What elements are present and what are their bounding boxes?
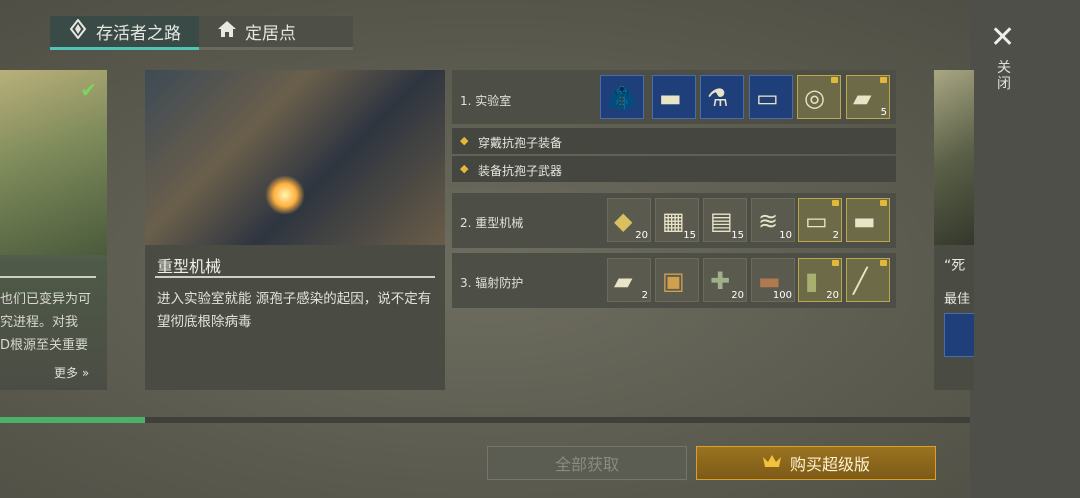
pistol-icon[interactable]: ▬ — [652, 75, 696, 119]
close-label[interactable]: 关闭 — [997, 60, 1011, 92]
ingot-icon[interactable]: ▰ 2 — [607, 258, 651, 302]
chapter-illustration — [934, 70, 974, 245]
ammo-box-icon[interactable]: ▣ — [655, 258, 699, 302]
pistol-icon[interactable]: ▬ — [846, 198, 890, 242]
lock-icon — [880, 260, 887, 266]
requirement-subitem: ◆ 装备抗孢子武器 — [452, 156, 896, 182]
scrap-icon[interactable]: ▤ 15 — [703, 198, 747, 242]
home-icon — [217, 19, 237, 44]
more-link[interactable]: 更多 » — [54, 364, 89, 381]
rifle-icon[interactable]: ╱ — [846, 258, 890, 302]
requirement-row-heavy-machinery: 2. 重型机械 ◆ 20 ▦ 15 ▤ 15 ≋ 10 ▭ 2 ▬ — [452, 193, 896, 248]
ingot-icon[interactable]: ▰ 5 — [846, 75, 890, 119]
double-chevron-icon: » — [81, 366, 90, 380]
lock-icon — [880, 77, 887, 83]
tab-label: 存活者之路 — [96, 24, 181, 44]
requirement-label: 2. 重型机械 — [460, 216, 524, 230]
requirement-label: 3. 辐射防护 — [460, 276, 524, 290]
buy-premium-button[interactable]: 购买超级版 — [696, 446, 936, 480]
chapter-title: “死 — [944, 258, 966, 274]
medkit-icon[interactable]: ✚ 20 — [703, 258, 747, 302]
requirement-label: 1. 实验室 — [460, 94, 512, 108]
chapter-title: 重型机械 — [157, 257, 222, 276]
chapter-description: 进入实验室就能 源孢子感染的起因，说不定有望彻底根除病毒 — [157, 291, 432, 330]
tab-label: 定居点 — [245, 24, 296, 44]
side-panel — [970, 0, 1080, 498]
crown-icon — [762, 453, 782, 473]
chapter-subtitle: 最佳 — [944, 292, 971, 307]
jacket-icon[interactable]: 🧥 — [600, 75, 644, 119]
progress-fill — [0, 417, 145, 423]
lock-icon — [880, 200, 887, 206]
survivor-emblem-icon — [68, 18, 88, 44]
tab-bar: 存活者之路 定居点 — [50, 16, 353, 50]
checkmark-icon: ✔ — [80, 78, 97, 102]
diamond-bullet-icon: ◆ — [460, 162, 469, 175]
requirement-subitem: ◆ 穿戴抗孢子装备 — [452, 128, 896, 154]
fabric-icon[interactable]: ▦ 15 — [655, 198, 699, 242]
reward-item[interactable] — [944, 313, 974, 357]
lock-icon — [831, 77, 838, 83]
claim-all-button[interactable]: 全部获取 — [487, 446, 687, 480]
current-chapter-card: 重型机械 进入实验室就能 源孢子感染的起因，说不定有望彻底根除病毒 — [145, 70, 445, 390]
canister-icon[interactable]: ▮ 20 — [798, 258, 842, 302]
chapter-illustration — [145, 70, 445, 245]
filter-icon[interactable]: ◎ — [797, 75, 841, 119]
close-icon[interactable]: ✕ — [990, 20, 1015, 55]
chapter-text-line: D根源至关重要 — [0, 338, 89, 353]
next-chapter-card[interactable]: “死 最佳 — [934, 70, 974, 390]
log-icon[interactable]: ▬ 100 — [751, 258, 795, 302]
chapter-text-line: 也们已变异为可 — [0, 292, 92, 307]
diamond-bullet-icon: ◆ — [460, 134, 469, 147]
spring-icon[interactable]: ≋ 10 — [751, 198, 795, 242]
requirement-row-radiation-protection: 3. 辐射防护 ▰ 2 ▣ ✚ 20 ▬ 100 ▮ 20 ╱ — [452, 253, 896, 308]
lab-bench-icon[interactable]: ⚗ — [700, 75, 744, 119]
cloth-icon[interactable]: ◆ 20 — [607, 198, 651, 242]
battery-icon[interactable]: ▭ 2 — [798, 198, 842, 242]
previous-chapter-card[interactable]: ✔ 也们已变异为可 究进程。对我 D根源至关重要 更多 » — [0, 70, 107, 390]
divider — [0, 276, 96, 278]
tab-settlement[interactable]: 定居点 — [199, 16, 353, 50]
buy-premium-label: 购买超级版 — [789, 455, 870, 474]
lock-icon — [832, 200, 839, 206]
tab-survivor-road[interactable]: 存活者之路 — [50, 16, 199, 50]
welding-spark — [265, 175, 305, 215]
chapter-text-line: 究进程。对我 — [0, 315, 79, 330]
lock-icon — [832, 260, 839, 266]
requirement-row-lab: 1. 实验室 🧥 ▬ ⚗ ▭ ◎ ▰ 5 — [452, 70, 896, 124]
battery-icon[interactable]: ▭ — [749, 75, 793, 119]
divider — [155, 276, 435, 278]
progress-track — [0, 417, 970, 423]
